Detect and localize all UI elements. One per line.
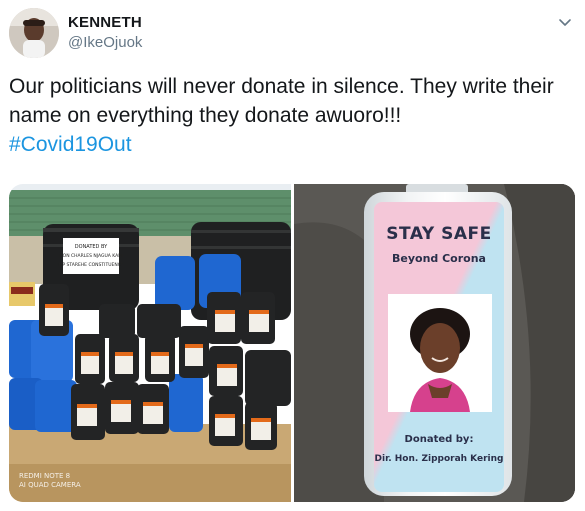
donor-portrait: [388, 294, 492, 412]
donor-name: Dir. Hon. Zipporah Kering: [374, 454, 504, 464]
bottle-label: STAY SAFE Beyond Corona Donated by: Dir.…: [374, 202, 504, 492]
chevron-down-icon[interactable]: [557, 14, 573, 30]
avatar[interactable]: [9, 8, 59, 58]
label-subtitle: Beyond Corona: [392, 252, 486, 265]
camera-watermark: REDMI NOTE 8 AI QUAD CAMERA: [19, 472, 81, 490]
svg-text:MP STAREHE CONSTITUENCY: MP STAREHE CONSTITUENCY: [58, 262, 123, 268]
tweet-body: Our politicians will never donate in sil…: [9, 75, 554, 127]
svg-text:DONATED BY: DONATED BY: [75, 244, 108, 250]
donated-by-label: Donated by:: [404, 434, 474, 445]
watermark-line: REDMI NOTE 8: [19, 472, 71, 480]
hashtag-link[interactable]: #Covid19Out: [9, 130, 132, 159]
photo-sanitizer-bottle[interactable]: STAY SAFE Beyond Corona Donated by: Dir.…: [294, 184, 575, 502]
watermark-line: AI QUAD CAMERA: [19, 481, 81, 489]
label-title: STAY SAFE: [386, 224, 492, 244]
display-name[interactable]: KENNETH: [68, 14, 142, 31]
svg-text:HON CHARLES NJAGUA KARI: HON CHARLES NJAGUA KARI: [59, 253, 122, 259]
tweet-card: KENNETH @IkeOjuok Our politicians will n…: [0, 0, 585, 511]
user-handle[interactable]: @IkeOjuok: [68, 34, 142, 51]
tweet-text: Our politicians will never donate in sil…: [9, 72, 569, 159]
photo-water-tanks[interactable]: DONATED BY HON CHARLES NJAGUA KARI MP ST…: [9, 184, 291, 502]
tweet-media: DONATED BY HON CHARLES NJAGUA KARI MP ST…: [9, 184, 575, 502]
